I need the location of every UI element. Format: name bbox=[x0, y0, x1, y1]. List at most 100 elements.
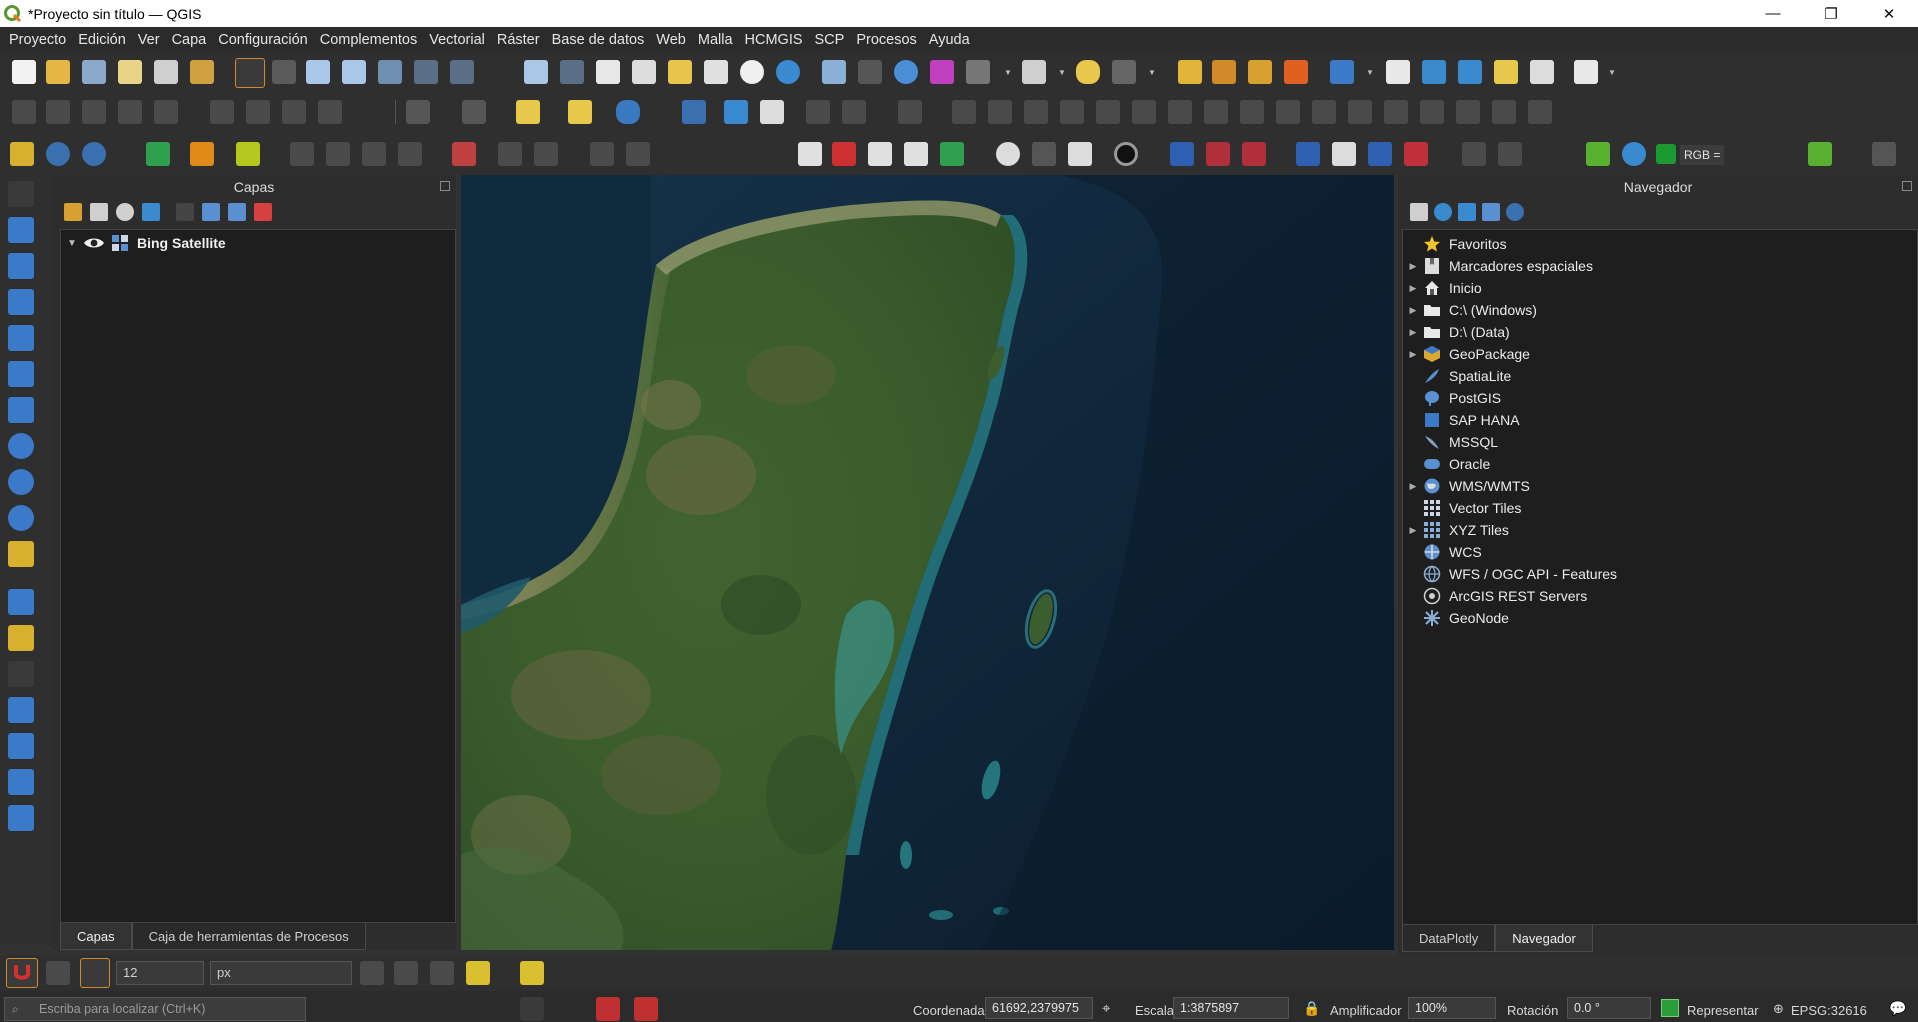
snap-intersection-icon[interactable] bbox=[394, 961, 418, 985]
bezier-icon[interactable] bbox=[1242, 142, 1266, 166]
simplify-icon[interactable] bbox=[1132, 100, 1156, 124]
circle-tool-icon[interactable] bbox=[1114, 142, 1138, 166]
add-mesh-layer-icon[interactable] bbox=[8, 289, 34, 315]
move-label-icon[interactable] bbox=[1420, 100, 1444, 124]
delete-part-icon[interactable] bbox=[1240, 100, 1264, 124]
filter-legend-icon[interactable] bbox=[142, 203, 160, 221]
star-icon[interactable] bbox=[1494, 60, 1518, 84]
magnet-snapping-icon[interactable] bbox=[6, 958, 38, 988]
cut-features-icon[interactable] bbox=[282, 100, 306, 124]
open-layer-styling-icon[interactable] bbox=[64, 203, 82, 221]
digitizing-options-icon[interactable] bbox=[406, 100, 430, 124]
new-project-icon[interactable] bbox=[12, 60, 36, 84]
add-wms-icon[interactable] bbox=[8, 433, 34, 459]
snap-units-select[interactable]: px bbox=[210, 961, 352, 985]
tab-dataplotly[interactable]: DataPlotly bbox=[1402, 925, 1496, 952]
new-shapefile-icon[interactable] bbox=[8, 589, 34, 615]
temporal-controller-icon[interactable] bbox=[740, 60, 764, 84]
georeferencer-icon[interactable] bbox=[1212, 60, 1236, 84]
measure-area-icon[interactable] bbox=[1112, 60, 1136, 84]
crs-globe-icon[interactable]: ⊕ bbox=[1773, 1001, 1784, 1017]
db-manager-icon[interactable] bbox=[1178, 60, 1202, 84]
label-abc-icon[interactable] bbox=[634, 997, 658, 1021]
add-group-icon[interactable] bbox=[90, 203, 108, 221]
open-project-icon[interactable] bbox=[46, 60, 70, 84]
zoom-selection-icon[interactable] bbox=[414, 60, 438, 84]
menu-raster[interactable]: Ráster bbox=[491, 32, 546, 48]
dropdown-arrow-icon[interactable]: ▼ bbox=[1058, 68, 1066, 77]
extent-frame-icon[interactable] bbox=[940, 142, 964, 166]
add-circular-string-icon[interactable] bbox=[842, 100, 866, 124]
scp-color-icon[interactable] bbox=[1656, 144, 1676, 164]
zoom-full-icon[interactable] bbox=[378, 60, 402, 84]
tree-item-geonode[interactable]: GeoNode bbox=[1403, 607, 1917, 629]
lock-scale-icon[interactable]: 🔒 bbox=[1303, 1000, 1320, 1017]
expand-arrow-icon[interactable]: ▶ bbox=[1403, 261, 1423, 272]
tree-item-marcadores[interactable]: ▶ Marcadores espaciales bbox=[1403, 255, 1917, 277]
dropdown-arrow-icon[interactable]: ▼ bbox=[1366, 68, 1374, 77]
add-wfs-layer-icon[interactable] bbox=[82, 142, 106, 166]
tree-item-spatialite[interactable]: SpatiaLite bbox=[1403, 365, 1917, 387]
avoid-overlap-icon[interactable] bbox=[430, 961, 454, 985]
new-print-layout-icon[interactable] bbox=[118, 60, 142, 84]
refresh-icon[interactable] bbox=[776, 60, 800, 84]
label-toolbar-icon[interactable] bbox=[520, 997, 544, 1021]
menu-vectorial[interactable]: Vectorial bbox=[423, 32, 491, 48]
expand-arrow-icon[interactable]: ▶ bbox=[1403, 349, 1423, 360]
zoom-out-icon[interactable] bbox=[342, 60, 366, 84]
tree-item-wms-wmts[interactable]: ▶ WMS/WMTS bbox=[1403, 475, 1917, 497]
tree-item-sap-hana[interactable]: SAP HANA bbox=[1403, 409, 1917, 431]
new-mesh-icon[interactable] bbox=[8, 805, 34, 831]
self-snap-icon[interactable] bbox=[466, 961, 490, 985]
scale-combo[interactable]: 1:3875897 bbox=[1173, 997, 1289, 1019]
new-spatialite-icon[interactable] bbox=[8, 697, 34, 723]
tree-item-mssql[interactable]: MSSQL bbox=[1403, 431, 1917, 453]
tab-processing-toolbox[interactable]: Caja de herramientas de Procesos bbox=[131, 923, 366, 950]
save-project-icon[interactable] bbox=[82, 60, 106, 84]
add-selected-layers-icon[interactable] bbox=[1410, 203, 1428, 221]
georef-edit-icon[interactable] bbox=[498, 142, 522, 166]
topological-editing-icon[interactable] bbox=[360, 961, 384, 985]
properties-info-icon[interactable] bbox=[1506, 203, 1524, 221]
render-checkbox[interactable] bbox=[1661, 999, 1679, 1017]
menu-complementos[interactable]: Complementos bbox=[314, 32, 424, 48]
identify-features-icon[interactable] bbox=[822, 60, 846, 84]
label-abc-icon[interactable] bbox=[596, 997, 620, 1021]
plugin-tool-icon[interactable] bbox=[236, 142, 260, 166]
globe-settings-icon[interactable] bbox=[996, 142, 1020, 166]
add-point-icon[interactable] bbox=[290, 142, 314, 166]
label-highlight-icon[interactable] bbox=[1384, 100, 1408, 124]
tree-item-d-drive[interactable]: ▶ D:\ (Data) bbox=[1403, 321, 1917, 343]
split-line-icon[interactable] bbox=[1296, 142, 1320, 166]
modify-attributes-icon[interactable] bbox=[210, 100, 234, 124]
scp-calculator-icon[interactable] bbox=[1808, 142, 1832, 166]
tab-navegador[interactable]: Navegador bbox=[1495, 925, 1593, 952]
scp-zoom-icon[interactable] bbox=[1622, 142, 1646, 166]
rotation-spinbox[interactable]: 0.0 ° bbox=[1567, 997, 1651, 1019]
label-tool-icon[interactable] bbox=[1330, 60, 1354, 84]
menu-base-de-datos[interactable]: Base de datos bbox=[546, 32, 651, 48]
change-label-icon[interactable] bbox=[1492, 100, 1516, 124]
save-edits-icon[interactable] bbox=[82, 100, 106, 124]
merge-features-icon[interactable] bbox=[1060, 100, 1084, 124]
tree-item-favoritos[interactable]: Favoritos bbox=[1403, 233, 1917, 255]
undock-icon[interactable] bbox=[440, 181, 450, 191]
minimize-button[interactable]: — bbox=[1744, 0, 1802, 27]
raster-calc-icon[interactable] bbox=[452, 142, 476, 166]
layer-options-icon[interactable] bbox=[462, 100, 486, 124]
restore-button[interactable]: ❐ bbox=[1802, 0, 1860, 27]
triangle-layer-icon[interactable] bbox=[10, 142, 34, 166]
zoom-native-icon[interactable] bbox=[524, 60, 548, 84]
measure-line-icon[interactable] bbox=[1022, 60, 1046, 84]
tree-item-geopackage[interactable]: ▶ GeoPackage bbox=[1403, 343, 1917, 365]
hexagon-plugin-icon[interactable] bbox=[146, 142, 170, 166]
scp-band-set-icon[interactable] bbox=[1586, 142, 1610, 166]
layer-row[interactable]: ▼ Bing Satellite bbox=[61, 230, 455, 256]
field-calculator-icon[interactable] bbox=[966, 60, 990, 84]
messages-icon[interactable]: 💬 bbox=[1889, 1000, 1906, 1017]
tab-capas[interactable]: Capas bbox=[60, 923, 132, 950]
help-icon[interactable] bbox=[682, 100, 706, 124]
delete-selected-icon[interactable] bbox=[246, 100, 270, 124]
menu-ayuda[interactable]: Ayuda bbox=[923, 32, 976, 48]
search-place-icon[interactable] bbox=[868, 142, 892, 166]
